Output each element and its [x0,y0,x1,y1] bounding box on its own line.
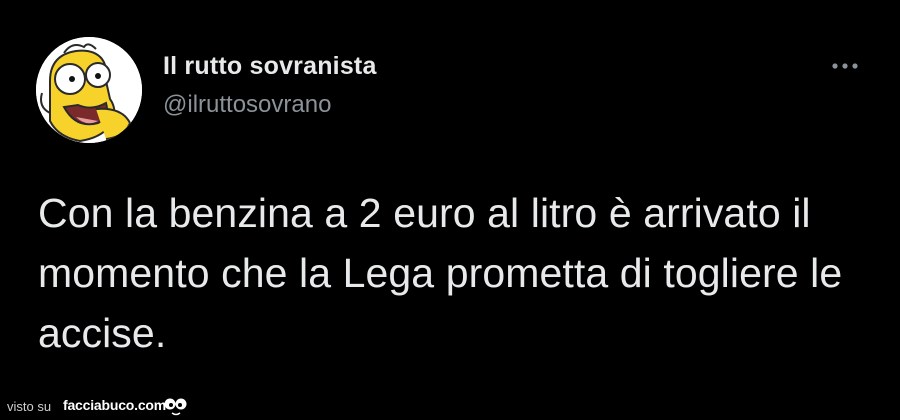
user-handle[interactable]: @ilruttosovrano [163,91,331,119]
avatar-cartoon-face-icon [36,37,142,143]
tweet-card: Il rutto sovranista @ilruttosovrano Con … [0,0,900,395]
visto-label: visto su [7,399,52,414]
tweet-text: Con la benzina a 2 euro al litro è arriv… [38,190,843,356]
more-horizontal-icon [832,63,858,69]
display-name[interactable]: Il rutto sovranista [163,52,377,81]
eyes-logo-icon [164,398,187,416]
watermark-footer: visto su facciabuco.com [0,395,900,420]
avatar[interactable] [36,37,142,143]
brand-name[interactable]: facciabuco.com [63,397,166,413]
more-options-button[interactable] [825,52,865,80]
